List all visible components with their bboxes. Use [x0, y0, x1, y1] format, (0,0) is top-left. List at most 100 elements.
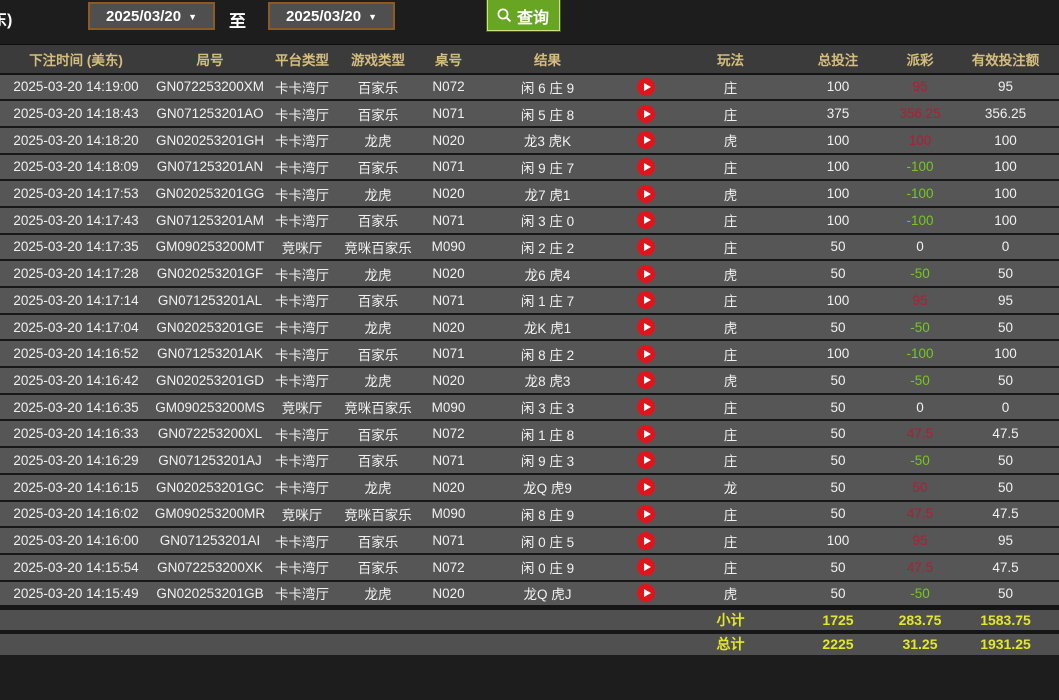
video-play-icon[interactable]	[637, 425, 655, 443]
video-play-icon[interactable]	[637, 78, 655, 96]
total-bet-amount: 100	[788, 127, 888, 154]
total-bet-amount: 50	[788, 581, 888, 608]
video-play-icon[interactable]	[637, 478, 655, 496]
col-header-game-type: 游戏类型	[336, 45, 420, 74]
bet-play-type: 庄	[673, 234, 788, 261]
total-bet-amount: 100	[788, 287, 888, 314]
game-number: GM090253200MR	[152, 501, 268, 528]
table-number: M090	[420, 234, 477, 261]
valid-bet-amount: 47.5	[952, 420, 1059, 447]
game-number: GN071253201AM	[152, 207, 268, 234]
bet-time: 2025-03-20 14:16:35	[0, 394, 152, 421]
video-play-icon[interactable]	[637, 131, 655, 149]
game-type: 龙虎	[336, 367, 420, 394]
bet-play-type: 虎	[673, 581, 788, 608]
game-number: GN020253201GB	[152, 581, 268, 608]
video-play-icon[interactable]	[637, 211, 655, 229]
video-play-icon[interactable]	[637, 238, 655, 256]
platform-type: 卡卡湾厅	[268, 367, 336, 394]
payout-amount: -100	[888, 340, 952, 367]
total-payout: 31.25	[888, 632, 952, 655]
game-type: 龙虎	[336, 581, 420, 608]
platform-type: 卡卡湾厅	[268, 287, 336, 314]
bet-time: 2025-03-20 14:16:00	[0, 527, 152, 554]
bet-time: 2025-03-20 14:17:35	[0, 234, 152, 261]
game-result: 闲 1 庄 8	[477, 420, 618, 447]
date-to-picker[interactable]: 2025/03/20 ▼	[268, 2, 395, 30]
bet-records-table: 下注时间 (美东) 局号 平台类型 游戏类型 桌号 结果 玩法 总投注 派彩 有…	[0, 44, 1059, 655]
game-type: 百家乐	[336, 74, 420, 101]
bet-play-type: 虎	[673, 367, 788, 394]
game-result: 龙Q 虎9	[477, 474, 618, 501]
video-play-icon[interactable]	[637, 532, 655, 550]
video-play-icon[interactable]	[637, 158, 655, 176]
video-play-icon[interactable]	[637, 584, 655, 602]
platform-type: 卡卡湾厅	[268, 260, 336, 287]
video-play-icon[interactable]	[637, 265, 655, 283]
bet-time: 2025-03-20 14:16:02	[0, 501, 152, 528]
valid-bet-amount: 50	[952, 581, 1059, 608]
total-bet-amount: 100	[788, 180, 888, 207]
table-row: 2025-03-20 14:19:00 GN072253200XM 卡卡湾厅 百…	[0, 74, 1059, 101]
table-row: 2025-03-20 14:18:43 GN071253201AO 卡卡湾厅 百…	[0, 100, 1059, 127]
bet-play-type: 庄	[673, 394, 788, 421]
game-result: 闲 5 庄 8	[477, 100, 618, 127]
video-play-icon[interactable]	[637, 505, 655, 523]
valid-bet-amount: 47.5	[952, 501, 1059, 528]
valid-bet-amount: 100	[952, 340, 1059, 367]
table-row: 2025-03-20 14:15:54 GN072253200XK 卡卡湾厅 百…	[0, 554, 1059, 581]
video-play-icon[interactable]	[637, 371, 655, 389]
platform-type: 卡卡湾厅	[268, 314, 336, 341]
video-play-icon[interactable]	[637, 291, 655, 309]
total-label: 总计	[673, 632, 788, 655]
game-number: GN071253201AK	[152, 340, 268, 367]
col-header-time: 下注时间 (美东)	[0, 45, 152, 74]
payout-amount: 0	[888, 234, 952, 261]
query-button[interactable]: 查询	[487, 0, 560, 31]
game-type: 竞咪百家乐	[336, 394, 420, 421]
payout-amount: -50	[888, 367, 952, 394]
payout-amount: -50	[888, 260, 952, 287]
total-valid-bet: 1931.25	[952, 632, 1059, 655]
game-number: GN071253201AI	[152, 527, 268, 554]
payout-amount: 95	[888, 287, 952, 314]
game-type: 百家乐	[336, 340, 420, 367]
game-type: 百家乐	[336, 207, 420, 234]
total-bet-amount: 50	[788, 367, 888, 394]
video-play-icon[interactable]	[637, 451, 655, 469]
video-play-icon[interactable]	[637, 105, 655, 123]
video-play-icon[interactable]	[637, 398, 655, 416]
total-bet-amount: 50	[788, 234, 888, 261]
video-play-icon[interactable]	[637, 558, 655, 576]
game-number: GN071253201AL	[152, 287, 268, 314]
video-play-icon[interactable]	[637, 185, 655, 203]
table-number: N071	[420, 207, 477, 234]
table-number: M090	[420, 501, 477, 528]
table-number: M090	[420, 394, 477, 421]
table-number: N071	[420, 527, 477, 554]
bet-time: 2025-03-20 14:17:14	[0, 287, 152, 314]
platform-type: 卡卡湾厅	[268, 74, 336, 101]
date-from-picker[interactable]: 2025/03/20 ▼	[88, 2, 215, 30]
payout-amount: -100	[888, 154, 952, 181]
total-bet-amount: 50	[788, 474, 888, 501]
table-header-row: 下注时间 (美东) 局号 平台类型 游戏类型 桌号 结果 玩法 总投注 派彩 有…	[0, 45, 1059, 74]
table-number: N020	[420, 314, 477, 341]
game-number: GN072253200XL	[152, 420, 268, 447]
video-play-icon[interactable]	[637, 345, 655, 363]
table-row: 2025-03-20 14:17:28 GN020253201GF 卡卡湾厅 龙…	[0, 260, 1059, 287]
game-type: 百家乐	[336, 100, 420, 127]
bet-play-type: 庄	[673, 100, 788, 127]
table-number: N071	[420, 447, 477, 474]
table-number: N072	[420, 74, 477, 101]
table-number: N071	[420, 100, 477, 127]
total-bet-amount: 50	[788, 554, 888, 581]
table-number: N072	[420, 554, 477, 581]
col-header-platform: 平台类型	[268, 45, 336, 74]
video-play-icon[interactable]	[637, 318, 655, 336]
table-row: 2025-03-20 14:17:35 GM090253200MT 竞咪厅 竞咪…	[0, 234, 1059, 261]
game-result: 闲 9 庄 7	[477, 154, 618, 181]
game-number: GN020253201GD	[152, 367, 268, 394]
bet-time: 2025-03-20 14:16:29	[0, 447, 152, 474]
payout-amount: 50	[888, 474, 952, 501]
